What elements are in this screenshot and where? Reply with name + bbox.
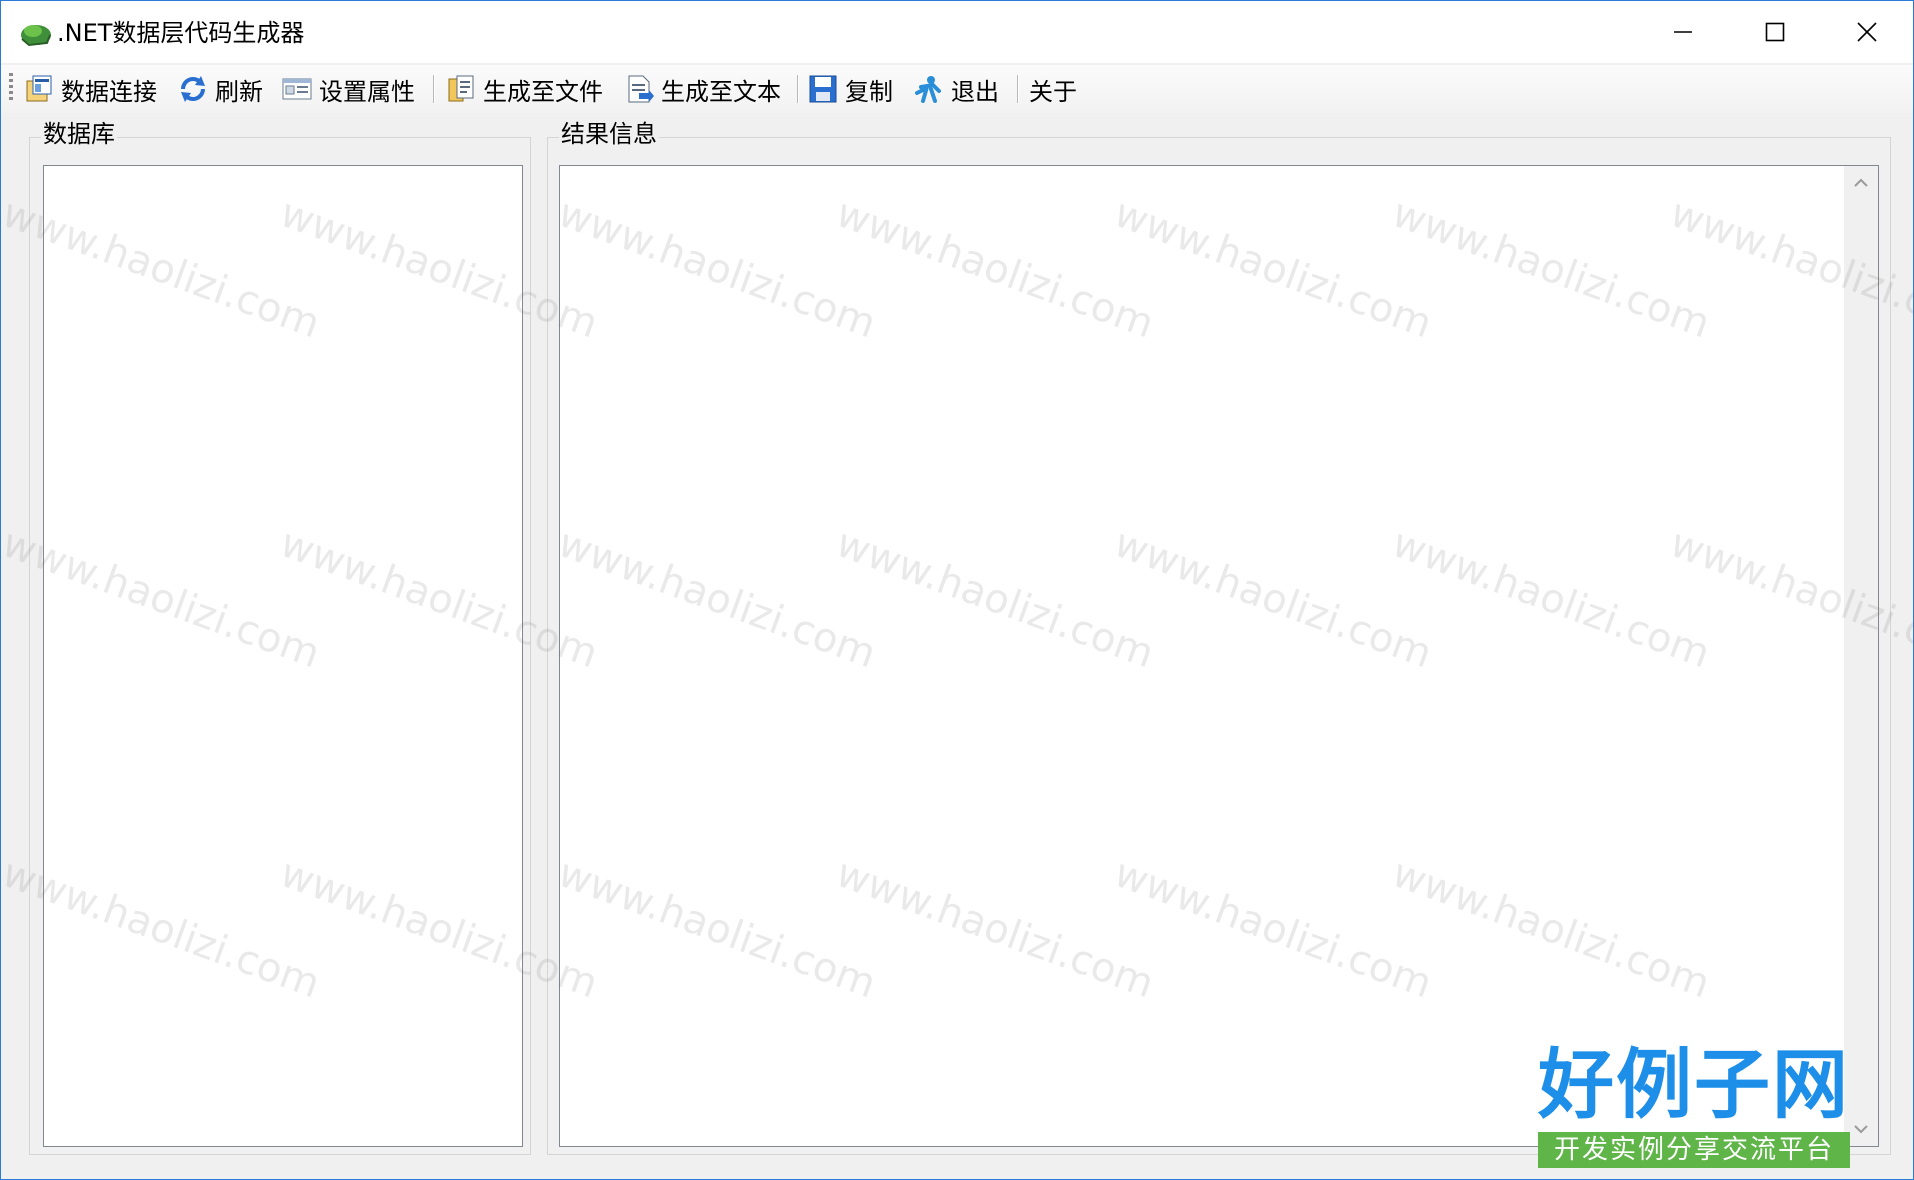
toolbar-label-generate-file: 生成至文件 — [483, 77, 603, 106]
result-textbox[interactable] — [559, 165, 1879, 1147]
toolbar-button-generate-text[interactable]: 生成至文本 — [623, 71, 781, 107]
toolbar-separator — [433, 75, 435, 103]
database-connect-icon — [26, 75, 52, 102]
toolbar-label-copy: 复制 — [845, 77, 893, 106]
app-icon — [19, 19, 53, 47]
generate-file-icon — [448, 75, 474, 102]
close-icon — [1857, 22, 1877, 42]
save-disk-icon — [809, 75, 837, 103]
window-title: .NET数据层代码生成器 — [57, 19, 305, 47]
brand-tagline: 开发实例分享交流平台 — [1538, 1132, 1850, 1168]
toolbar: 数据连接 刷新 设置属性 生成至文件 生成至文本 复制 退出 关于 — [1, 65, 1913, 113]
close-button[interactable] — [1821, 1, 1913, 63]
toolbar-grip[interactable] — [9, 73, 13, 103]
scroll-down-icon[interactable] — [1853, 1124, 1869, 1134]
toolbar-button-refresh[interactable]: 刷新 — [177, 71, 263, 107]
toolbar-button-properties[interactable]: 设置属性 — [281, 71, 415, 107]
brand-logo: 好例子网 开发实例分享交流平台 — [1536, 1040, 1852, 1170]
toolbar-separator — [797, 75, 799, 103]
toolbar-separator — [1017, 75, 1019, 103]
toolbar-button-connect[interactable]: 数据连接 — [23, 71, 157, 107]
toolbar-label-properties: 设置属性 — [319, 77, 415, 106]
minimize-icon — [1674, 31, 1692, 33]
title-bar[interactable]: .NET数据层代码生成器 — [1, 1, 1913, 63]
maximize-icon — [1765, 22, 1785, 42]
brand-name: 好例子网 — [1538, 1040, 1850, 1129]
toolbar-button-generate-file[interactable]: 生成至文件 — [445, 71, 603, 107]
toolbar-label-refresh: 刷新 — [215, 77, 263, 106]
generate-text-icon — [628, 75, 654, 103]
toolbar-button-exit[interactable]: 退出 — [913, 71, 999, 107]
exit-icon — [915, 76, 941, 103]
result-scrollbar[interactable] — [1844, 166, 1878, 1146]
database-group-title: 数据库 — [41, 119, 117, 149]
maximize-button[interactable] — [1729, 1, 1821, 63]
properties-icon — [282, 78, 312, 100]
result-group-title: 结果信息 — [559, 119, 659, 149]
scroll-up-icon[interactable] — [1853, 178, 1869, 188]
toolbar-button-about[interactable]: 关于 — [1029, 71, 1077, 107]
app-window: .NET数据层代码生成器 数据连接 刷新 设置属性 生成至文件 生成至文本 复制… — [0, 0, 1914, 1180]
toolbar-label-generate-text: 生成至文本 — [661, 77, 781, 106]
toolbar-label-connect: 数据连接 — [61, 77, 157, 106]
refresh-icon — [181, 76, 205, 102]
database-tree[interactable] — [43, 165, 523, 1147]
toolbar-label-about: 关于 — [1029, 77, 1077, 106]
minimize-button[interactable] — [1637, 1, 1729, 63]
toolbar-button-copy[interactable]: 复制 — [807, 71, 893, 107]
toolbar-label-exit: 退出 — [951, 77, 999, 106]
